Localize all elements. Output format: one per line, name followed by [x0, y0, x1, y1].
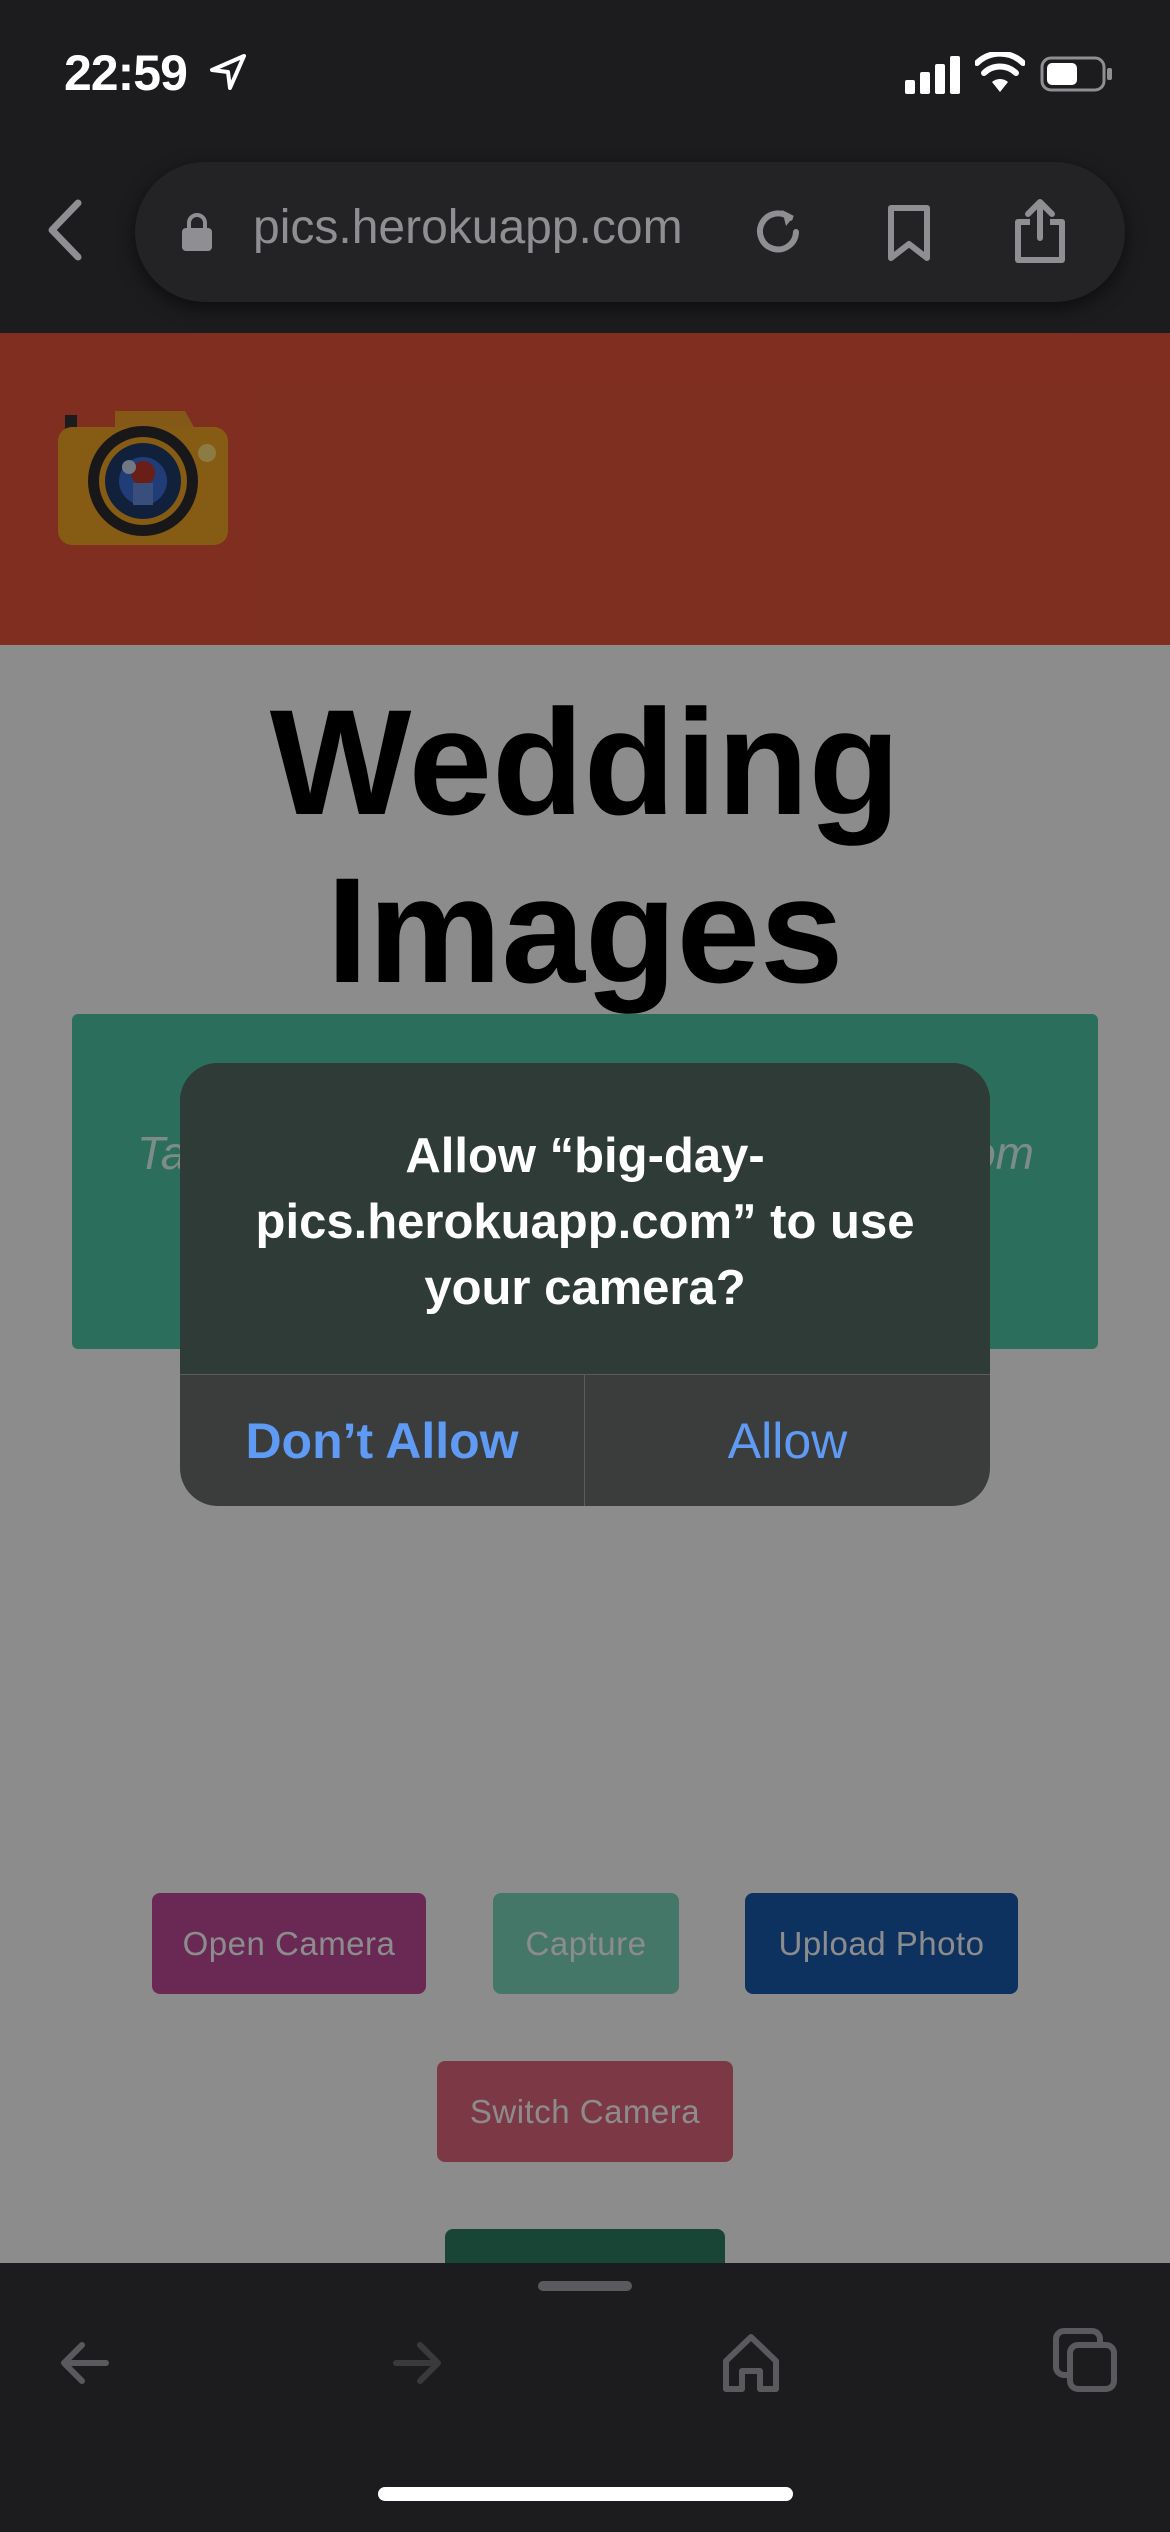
browser-bottom-toolbar: [0, 2263, 1170, 2532]
dialog-message: Allow “big-day-pics.herokuapp.com” to us…: [255, 1129, 915, 1315]
home-icon[interactable]: [720, 2331, 782, 2393]
cellular-signal-icon: [905, 56, 960, 94]
status-bar: 22:59: [0, 0, 1170, 140]
dont-allow-button[interactable]: Don’t Allow: [180, 1375, 584, 1506]
arrow-left-icon[interactable]: [56, 2335, 112, 2391]
browser-address-bar: pics.herokuapp.com: [0, 140, 1170, 333]
wifi-icon: [975, 52, 1025, 92]
battery-icon: [1040, 56, 1112, 92]
arrow-right-icon[interactable]: [390, 2335, 446, 2391]
allow-button[interactable]: Allow: [585, 1375, 990, 1506]
browser-back-icon[interactable]: [40, 195, 90, 265]
home-indicator: [378, 2487, 793, 2501]
toolbar-grabber[interactable]: [538, 2281, 632, 2291]
tabs-icon[interactable]: [1052, 2327, 1118, 2393]
location-arrow-icon: [210, 54, 246, 90]
reload-icon[interactable]: [750, 204, 806, 260]
url-field[interactable]: pics.herokuapp.com: [135, 162, 1125, 302]
lock-icon: [182, 213, 212, 251]
status-time: 22:59: [64, 45, 188, 101]
share-icon[interactable]: [1012, 198, 1068, 264]
bookmark-icon[interactable]: [885, 204, 933, 262]
dialog-body: Allow “big-day-pics.herokuapp.com” to us…: [180, 1063, 990, 1374]
url-text: pics.herokuapp.com: [253, 201, 683, 254]
camera-permission-dialog: Allow “big-day-pics.herokuapp.com” to us…: [180, 1063, 990, 1506]
